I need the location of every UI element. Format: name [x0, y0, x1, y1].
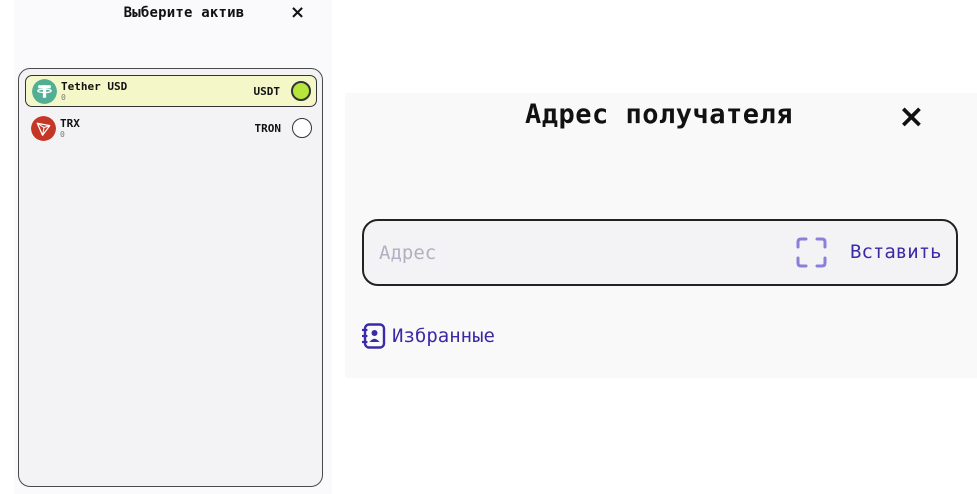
asset-ticker: TRON	[254, 122, 282, 135]
favorites-link[interactable]: Избранные	[362, 321, 495, 351]
recipient-title: Адрес получателя	[524, 99, 794, 130]
address-field[interactable]: Вставить	[362, 219, 958, 286]
paste-button[interactable]: Вставить	[850, 241, 942, 263]
asset-picker-close-button[interactable]: ×	[290, 2, 305, 23]
asset-balance: 0	[61, 93, 66, 102]
asset-list: Tether USD 0 USDT TRX 0 TRON	[18, 68, 323, 487]
asset-picker-panel: Выберите актив × Tether USD 0 USDT TRX 0	[14, 0, 332, 494]
qr-scan-icon[interactable]	[796, 237, 827, 268]
favorites-label: Избранные	[392, 325, 495, 347]
tron-icon	[31, 116, 56, 141]
asset-radio[interactable]	[292, 118, 312, 138]
tether-icon	[32, 79, 57, 104]
asset-radio-selected[interactable]	[291, 81, 311, 101]
contacts-book-icon	[362, 323, 386, 349]
asset-name: Tether USD	[61, 80, 128, 93]
asset-ticker: USDT	[253, 85, 281, 98]
asset-name: TRX	[60, 117, 80, 130]
asset-item-usdt[interactable]: Tether USD 0 USDT	[25, 75, 317, 107]
asset-item-trx[interactable]: TRX 0 TRON	[25, 113, 317, 145]
recipient-address-panel: Адрес получателя × Вставить Избранные	[345, 93, 977, 378]
recipient-close-button[interactable]: ×	[898, 97, 925, 135]
asset-balance: 0	[60, 130, 65, 139]
address-input[interactable]	[379, 241, 779, 265]
